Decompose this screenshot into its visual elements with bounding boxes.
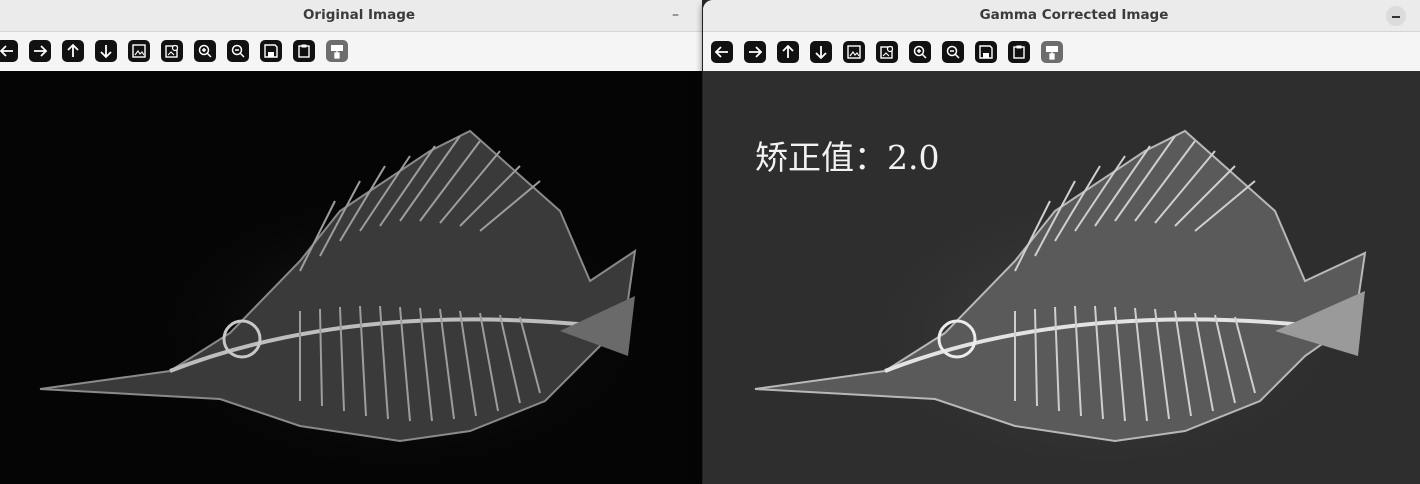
image-canvas[interactable]: [0, 71, 702, 484]
zoom-in-icon[interactable]: [909, 41, 931, 63]
toolbar: [0, 32, 702, 70]
window-title: Gamma Corrected Image: [979, 7, 1169, 23]
gamma-value-label: 矫正值：2.0: [755, 138, 940, 177]
zoom-out-icon[interactable]: [227, 40, 249, 62]
arrow-up-icon[interactable]: [777, 41, 799, 63]
arrow-up-icon[interactable]: [62, 40, 84, 62]
image-icon[interactable]: [843, 41, 865, 63]
titlebar[interactable]: Gamma Corrected Image: [703, 0, 1420, 32]
clipboard-icon[interactable]: [293, 40, 315, 62]
image-canvas[interactable]: 矫正值：2.0: [703, 71, 1420, 484]
window-title: Original Image: [302, 7, 416, 23]
image-icon[interactable]: [128, 40, 150, 62]
fish-xray-image: [39, 129, 660, 481]
save-icon[interactable]: [975, 41, 997, 63]
paint-roller-icon[interactable]: [1041, 41, 1063, 63]
image-search-icon[interactable]: [876, 41, 898, 63]
original-image-window: Original Image –: [0, 0, 702, 484]
paint-roller-icon[interactable]: [326, 40, 348, 62]
arrow-right-icon[interactable]: [744, 41, 766, 63]
gamma-corrected-window: Gamma Corrected Image 矫正值：2.0: [703, 0, 1420, 484]
zoom-in-icon[interactable]: [194, 40, 216, 62]
minimize-button[interactable]: –: [672, 7, 679, 23]
image-search-icon[interactable]: [161, 40, 183, 62]
arrow-left-icon[interactable]: [0, 40, 18, 62]
zoom-out-icon[interactable]: [942, 41, 964, 63]
arrow-right-icon[interactable]: [29, 40, 51, 62]
save-icon[interactable]: [260, 40, 282, 62]
minimize-button[interactable]: [1386, 6, 1406, 26]
titlebar[interactable]: Original Image –: [0, 0, 702, 32]
arrow-down-icon[interactable]: [95, 40, 117, 62]
toolbar: [703, 32, 1420, 70]
arrow-left-icon[interactable]: [711, 41, 733, 63]
clipboard-icon[interactable]: [1008, 41, 1030, 63]
arrow-down-icon[interactable]: [810, 41, 832, 63]
